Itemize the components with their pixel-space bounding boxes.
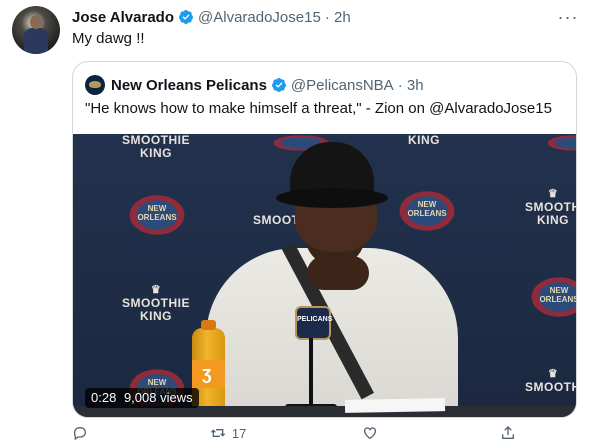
video-player[interactable]: SMOOTHIE KING KING NEW ORLEANS NEW ORLEA… [73, 134, 576, 417]
quoted-author-handle: @PelicansNBA [290, 76, 394, 94]
tweet-time[interactable]: · 2h [325, 9, 351, 26]
reply-button[interactable] [72, 426, 94, 441]
author-handle[interactable]: @AlvaradoJose15 [198, 9, 321, 26]
quoted-author-name: New Orleans Pelicans [111, 76, 267, 94]
reply-icon [73, 426, 87, 441]
microphone-stand [309, 338, 313, 408]
tweet[interactable]: Jose Alvarado @AlvaradoJose15 · 2h ··· M… [0, 0, 590, 441]
avatar-jersey [24, 28, 48, 54]
sponsor-logo: SMOOTHIE [253, 213, 322, 227]
quoted-tweet-text: "He knows how to make himself a threat,"… [85, 100, 552, 117]
video-views: 9,008 views [123, 390, 193, 405]
share-button[interactable] [500, 426, 522, 440]
video-duration: 0:28 [91, 390, 117, 405]
microphone-flag: PELICANS [295, 306, 332, 340]
tweet-text: My dawg !! [72, 30, 145, 47]
video-duration-badge: 0:28 9,008 views [85, 388, 199, 408]
team-logo: NEW ORLEANS [125, 192, 189, 238]
speaker-hands [307, 256, 369, 290]
retweet-icon [210, 429, 225, 437]
paper-sheet [344, 398, 446, 413]
verified-badge-icon [271, 78, 286, 92]
quoted-tweet-time: · 3h [397, 76, 424, 94]
author-avatar[interactable] [12, 6, 60, 54]
avatar-head [30, 15, 42, 29]
retweet-button[interactable]: 17 [210, 426, 246, 441]
like-button[interactable] [362, 426, 384, 440]
like-icon [364, 427, 377, 440]
sponsor-logo: ♛ SMOOTHIE KING [525, 188, 576, 227]
more-options-icon[interactable]: ··· [556, 8, 580, 26]
team-logo: NEW ORLEANS [527, 274, 576, 320]
sponsor-logo: ♛ SMOOTHIE [525, 368, 576, 394]
quoted-tweet-header: New Orleans Pelicans @PelicansNBA · 3h [85, 75, 424, 95]
tweet-actions: 17 [72, 426, 522, 441]
sponsor-logo: KING [408, 134, 440, 147]
tweet-header: Jose Alvarado @AlvaradoJose15 · 2h [72, 6, 351, 28]
verified-badge-icon [178, 10, 193, 24]
bucket-hat [276, 142, 388, 210]
quoted-author-avatar [85, 75, 105, 95]
author-name[interactable]: Jose Alvarado [72, 9, 174, 26]
sponsor-logo: SMOOTHIE KING [121, 134, 190, 160]
sponsor-logo: ♛ SMOOTHIE KING [121, 284, 190, 323]
quoted-tweet[interactable]: New Orleans Pelicans @PelicansNBA · 3h "… [72, 61, 577, 418]
share-icon [502, 426, 514, 439]
team-logo: NEW ORLEANS [395, 188, 459, 234]
